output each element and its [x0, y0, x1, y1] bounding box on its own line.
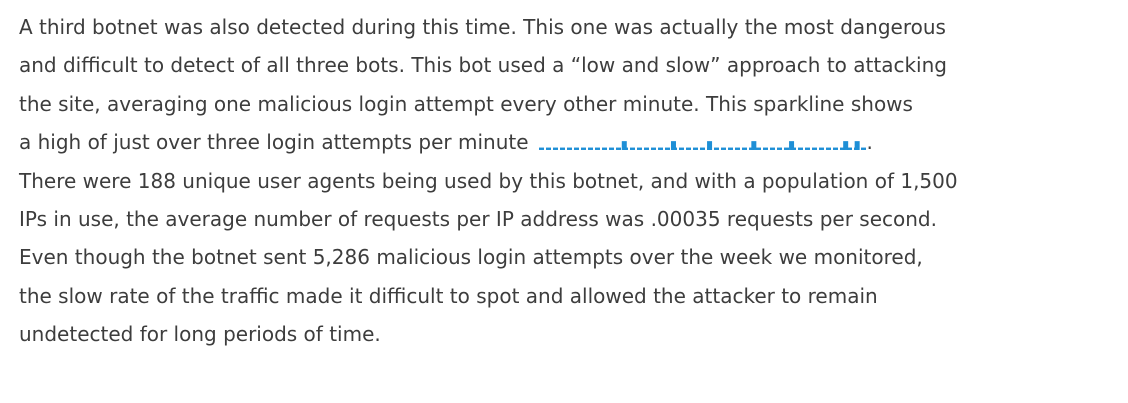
sparkline-dash	[573, 147, 579, 150]
sparkline-dash	[636, 147, 642, 150]
text-line: A third botnet was also detected during …	[19, 15, 946, 39]
sparkline-dash	[643, 147, 649, 150]
sparkline-dash	[657, 147, 663, 150]
sparkline-dash	[860, 147, 866, 150]
sparkline-dash	[601, 147, 607, 150]
sparkline-dash	[594, 147, 600, 150]
sparkline-peak	[842, 140, 848, 150]
sparkline-dash	[727, 147, 733, 150]
text-line: There were 188 unique user agents being …	[19, 168, 958, 193]
sparkline-dash	[538, 147, 544, 150]
sparkline-dash	[811, 147, 817, 150]
text-line: the slow rate of the traffic made it dif…	[19, 283, 878, 308]
text-segment-period: .	[866, 130, 873, 155]
sparkline-dash	[685, 147, 691, 150]
sparkline-dash	[692, 147, 698, 150]
sparkline-dash	[580, 147, 586, 150]
sparkline-dash	[825, 147, 831, 150]
sparkline-dash	[699, 147, 705, 150]
text-line: the site, averaging one malicious login …	[19, 91, 913, 116]
sparkline-dash	[734, 147, 740, 150]
sparkline-dash	[720, 147, 726, 150]
sparkline-dash	[741, 147, 747, 150]
text-line: and difficult to detect of all three bot…	[19, 53, 947, 78]
sparkline-dash	[762, 147, 768, 150]
text-segment: a high of just over three login attempts…	[19, 130, 529, 155]
sparkline-dash	[545, 147, 551, 150]
article-paragraph: A third botnet was also detected during …	[19, 8, 1119, 354]
sparkline-peak	[621, 140, 627, 150]
sparkline-dash	[776, 147, 782, 150]
sparkline-dash	[650, 147, 656, 150]
sparkline-dash	[615, 147, 621, 150]
sparkline-dash	[566, 147, 572, 150]
sparkline-dash	[587, 147, 593, 150]
sparkline-dash	[804, 147, 810, 150]
login-attempts-sparkline	[538, 140, 866, 150]
sparkline-peak	[854, 140, 860, 150]
text-line: IPs in use, the average number of reques…	[19, 206, 937, 231]
sparkline-dash	[713, 147, 719, 150]
text-line: Even though the botnet sent 5,286 malici…	[19, 245, 923, 270]
sparkline-dash	[797, 147, 803, 150]
sparkline-dash	[629, 147, 635, 150]
sparkline-peak	[706, 140, 712, 150]
sparkline-dash	[678, 147, 684, 150]
sparkline-dash	[559, 147, 565, 150]
sparkline-peak	[750, 140, 756, 150]
sparkline-dash	[769, 147, 775, 150]
sparkline-dash	[832, 147, 838, 150]
sparkline-dash	[608, 147, 614, 150]
sparkline-dash	[818, 147, 824, 150]
sparkline-dash	[552, 147, 558, 150]
sparkline-peak	[788, 140, 794, 150]
sparkline-peak	[670, 140, 676, 150]
sparkline-dash	[664, 147, 670, 150]
text-line: undetected for long periods of time.	[19, 322, 381, 347]
text-line-with-sparkline: a high of just over three login attempts…	[19, 123, 1119, 161]
sparkline-dash	[783, 147, 789, 150]
sparkline-dash	[755, 147, 761, 150]
